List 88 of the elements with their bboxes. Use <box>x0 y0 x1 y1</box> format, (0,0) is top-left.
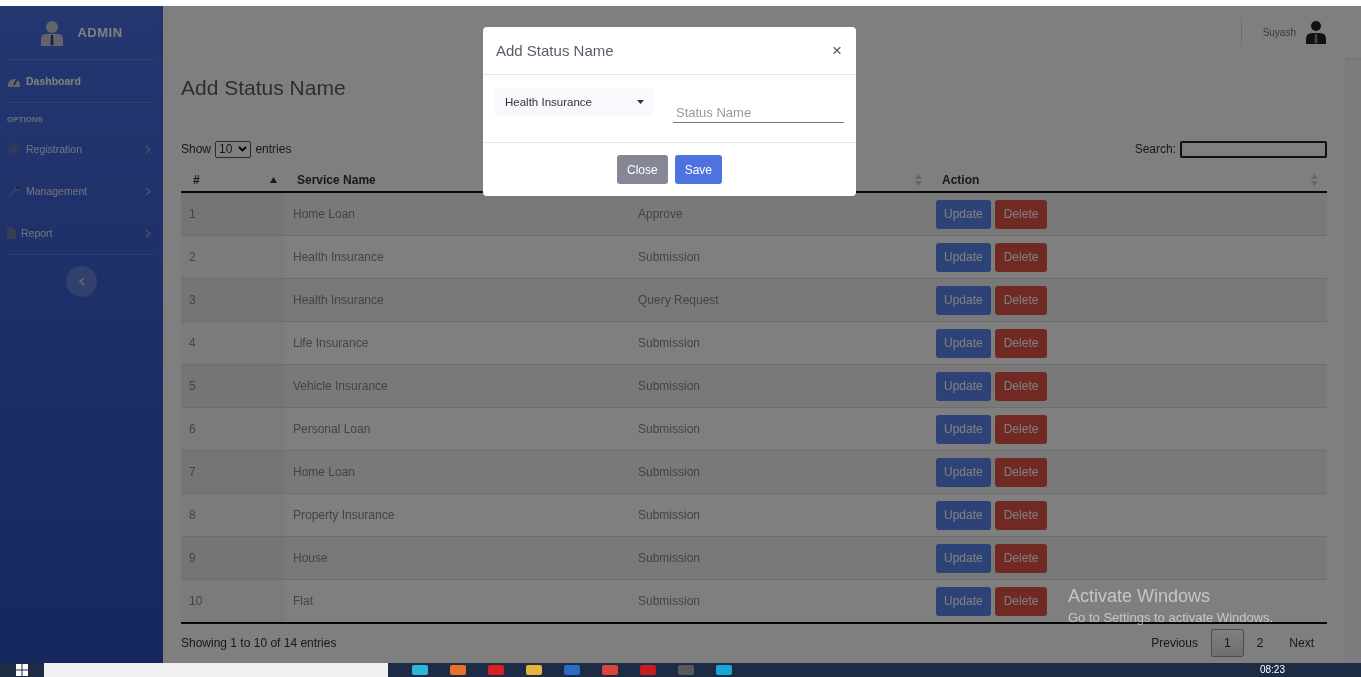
table-info: Showing 1 to 10 of 14 entries <box>181 636 337 650</box>
table-cell: Submission <box>638 250 701 264</box>
chevron-right-icon <box>145 144 151 154</box>
column-header[interactable]: Action <box>942 172 980 187</box>
save-button[interactable]: Save <box>674 155 722 184</box>
taskbar-app-icon[interactable] <box>526 665 542 675</box>
activation-notice-title: Activate Windows <box>1068 586 1212 607</box>
update-button[interactable]: Update <box>936 285 991 315</box>
taskbar-clock: 08:23 <box>1259 664 1285 676</box>
taskbar-app-icon[interactable] <box>488 665 504 675</box>
table-cell: Health Insurance <box>293 250 384 264</box>
column-header[interactable]: # <box>193 172 200 187</box>
search-field[interactable] <box>1180 140 1327 158</box>
delete-button[interactable]: Delete <box>994 285 1048 315</box>
wrench-icon <box>8 185 20 197</box>
delete-button[interactable]: Delete <box>994 414 1048 444</box>
update-button[interactable]: Update <box>936 328 991 358</box>
user-name[interactable]: Suyash <box>1262 26 1296 38</box>
delete-button[interactable]: Delete <box>994 586 1048 616</box>
delete-button[interactable]: Delete <box>994 199 1048 229</box>
admin-user-icon <box>40 19 65 46</box>
windows-logo-icon[interactable] <box>16 664 28 676</box>
close-button[interactable]: × <box>830 40 844 61</box>
table-cell: Submission <box>638 508 701 522</box>
chevron-right-icon <box>145 228 151 238</box>
table-cell: Life Insurance <box>293 336 369 350</box>
pagination-link[interactable]: Previous <box>1138 629 1211 657</box>
update-button[interactable]: Update <box>936 500 991 530</box>
table-cell: Submission <box>638 594 701 608</box>
sidebar-section-label: OPTIONS <box>6 114 44 126</box>
sidebar-item[interactable]: Management <box>0 170 163 212</box>
taskbar-search-field[interactable] <box>44 663 388 677</box>
table-cell: 4 <box>189 336 196 350</box>
delete-button[interactable]: Delete <box>994 242 1048 272</box>
table-cell: Submission <box>638 336 701 350</box>
sort-icon[interactable] <box>915 173 922 186</box>
taskbar-app-icon[interactable] <box>640 665 656 675</box>
taskbar-app-icon[interactable] <box>678 665 694 675</box>
pagination-link[interactable]: Next <box>1276 629 1327 657</box>
column-header[interactable]: Service Name <box>297 172 376 187</box>
taskbar-app-icon[interactable] <box>602 665 618 675</box>
activation-notice-text: Go to Settings to activate Windows. <box>1068 610 1274 625</box>
update-button[interactable]: Update <box>936 586 991 616</box>
page-title: Add Status Name <box>181 76 346 100</box>
delete-button[interactable]: Delete <box>994 457 1048 487</box>
sort-ascending-icon[interactable] <box>270 176 277 183</box>
show-label: Show <box>181 142 212 156</box>
table-cell: 6 <box>189 422 196 436</box>
taskbar-app-icon[interactable] <box>412 665 428 675</box>
update-button[interactable]: Update <box>936 242 991 272</box>
chevron-left-icon <box>78 277 85 286</box>
brand-title: ADMIN <box>77 25 123 40</box>
delete-button[interactable]: Delete <box>994 328 1048 358</box>
modal-title: Add Status Name <box>496 42 614 59</box>
update-button[interactable]: Update <box>936 414 991 444</box>
table-cell: Property Insurance <box>293 508 395 522</box>
pagination-link[interactable]: 1 <box>1210 629 1244 657</box>
delete-button[interactable]: Delete <box>994 371 1048 401</box>
chevron-right-icon <box>145 186 151 196</box>
entries-label: entries <box>255 142 292 156</box>
update-button[interactable]: Update <box>936 199 991 229</box>
update-button[interactable]: Update <box>936 457 991 487</box>
chevron-down-icon <box>238 146 248 152</box>
caret-down-icon <box>637 100 644 104</box>
table-cell: 8 <box>189 508 196 522</box>
sort-icon[interactable] <box>1311 173 1318 186</box>
table-cell: Personal Loan <box>293 422 371 436</box>
close-button[interactable]: Close <box>616 155 668 184</box>
delete-button[interactable]: Delete <box>994 543 1048 573</box>
sidebar-item[interactable]: Report <box>0 212 163 254</box>
taskbar-app-icon[interactable] <box>450 665 466 675</box>
sidebar-item[interactable]: Dashboard <box>0 60 163 102</box>
delete-button[interactable]: Delete <box>994 500 1048 530</box>
update-button[interactable]: Update <box>936 543 991 573</box>
taskbar-app-icon[interactable] <box>716 665 732 675</box>
user-avatar-icon[interactable] <box>1305 20 1327 44</box>
search-label: Search: <box>1134 142 1176 156</box>
table-cell: 10 <box>189 594 203 608</box>
sidebar-item[interactable]: Registration <box>0 128 163 170</box>
service-select[interactable]: Health Insurance <box>495 88 654 116</box>
table-cell: 2 <box>189 250 196 264</box>
table-cell: Submission <box>638 422 701 436</box>
document-icon <box>7 227 16 239</box>
page-size-select[interactable]: 10 <box>215 140 252 158</box>
pagination-link[interactable]: 2 <box>1243 629 1277 657</box>
table-cell: Flat <box>293 594 313 608</box>
update-button[interactable]: Update <box>936 371 991 401</box>
taskbar-app-icon[interactable] <box>564 665 580 675</box>
